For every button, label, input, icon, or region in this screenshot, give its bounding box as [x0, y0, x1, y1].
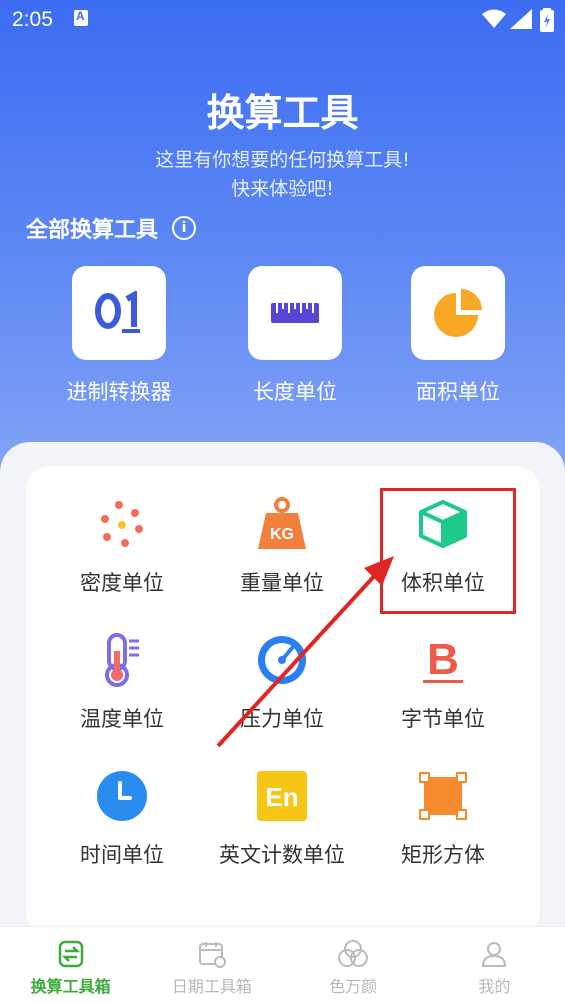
en-icon: En [252, 766, 312, 826]
status-bar: 2:05 [0, 0, 565, 40]
tool-label: 长度单位 [253, 380, 337, 404]
rectangle-icon [413, 766, 473, 826]
subtitle-line-2: 快来体验吧! [231, 178, 334, 200]
user-icon [479, 939, 509, 969]
tab-label: 换算工具箱 [30, 977, 111, 996]
tab-date-toolbox[interactable]: 日期工具箱 [141, 927, 282, 1004]
tool-area-unit[interactable]: 面积单位 [398, 266, 518, 406]
tool-time-unit[interactable]: 时间单位 [42, 766, 202, 872]
svg-text:B: B [427, 635, 459, 684]
tool-binary-converter[interactable]: 进制转换器 [59, 266, 179, 406]
kg-weight-icon: KG [252, 494, 312, 554]
tab-conversion-toolbox[interactable]: 换算工具箱 [0, 927, 141, 1004]
tab-label: 色万颜 [329, 977, 378, 996]
status-time: 2:05 [12, 8, 53, 31]
svg-text:En: En [265, 782, 298, 812]
bottom-tab-bar: 换算工具箱 日期工具箱 色万颜 我的 [0, 926, 565, 1004]
pie-icon [434, 289, 482, 337]
thermometer-icon [92, 630, 152, 690]
tool-label: 英文计数单位 [219, 843, 345, 867]
tool-rectangle-cuboid[interactable]: 矩形方体 [363, 766, 523, 872]
tool-label: 压力单位 [240, 707, 324, 731]
notification-icon [74, 9, 88, 26]
tool-density-unit[interactable]: 密度单位 [42, 494, 202, 600]
color-circles-icon [338, 939, 369, 969]
section-title: 全部换算工具 [26, 218, 159, 243]
dots-icon [92, 494, 152, 554]
subtitle-line-1: 这里有你想要的任何换算工具! [155, 149, 410, 171]
tool-tile [411, 266, 505, 360]
tool-label: 重量单位 [240, 571, 324, 595]
highlight-box [380, 488, 516, 614]
binary-01-icon [95, 291, 140, 333]
tool-tile [248, 266, 342, 360]
calendar-icon [197, 939, 227, 969]
tool-label: 进制转换器 [66, 380, 172, 404]
tool-english-count-unit[interactable]: En 英文计数单位 [202, 766, 362, 872]
exchange-icon [56, 939, 86, 969]
tab-mine[interactable]: 我的 [424, 927, 565, 1004]
tool-label: 温度单位 [80, 707, 164, 731]
gauge-icon [252, 630, 312, 690]
tool-label: 密度单位 [80, 571, 164, 595]
tool-label: 面积单位 [416, 380, 500, 404]
tool-pressure-unit[interactable]: 压力单位 [202, 630, 362, 736]
tool-label: 矩形方体 [401, 843, 485, 867]
tool-byte-unit[interactable]: B 字节单位 [363, 630, 523, 736]
tool-label: 字节单位 [401, 707, 485, 731]
info-icon[interactable]: i [172, 216, 197, 240]
battery-icon [540, 8, 554, 32]
page-title: 换算工具 [206, 91, 359, 135]
tool-temperature-unit[interactable]: 温度单位 [42, 630, 202, 736]
wifi-icon [482, 9, 506, 28]
section-header: 全部换算工具 i [26, 212, 197, 244]
ruler-icon [271, 303, 319, 323]
cellular-icon [510, 9, 532, 29]
page-subtitle: 这里有你想要的任何换算工具! 快来体验吧! [0, 146, 565, 204]
tab-colors[interactable]: 色万颜 [283, 927, 424, 1004]
tool-tile [72, 266, 166, 360]
tool-weight-unit[interactable]: KG 重量单位 [202, 494, 362, 600]
tab-label: 日期工具箱 [171, 977, 252, 996]
tool-label: 时间单位 [80, 843, 164, 867]
svg-text:KG: KG [270, 526, 294, 543]
bold-b-icon: B [413, 630, 473, 690]
tool-length-unit[interactable]: 长度单位 [235, 266, 355, 406]
clock-icon [92, 766, 152, 826]
tab-label: 我的 [478, 977, 511, 996]
